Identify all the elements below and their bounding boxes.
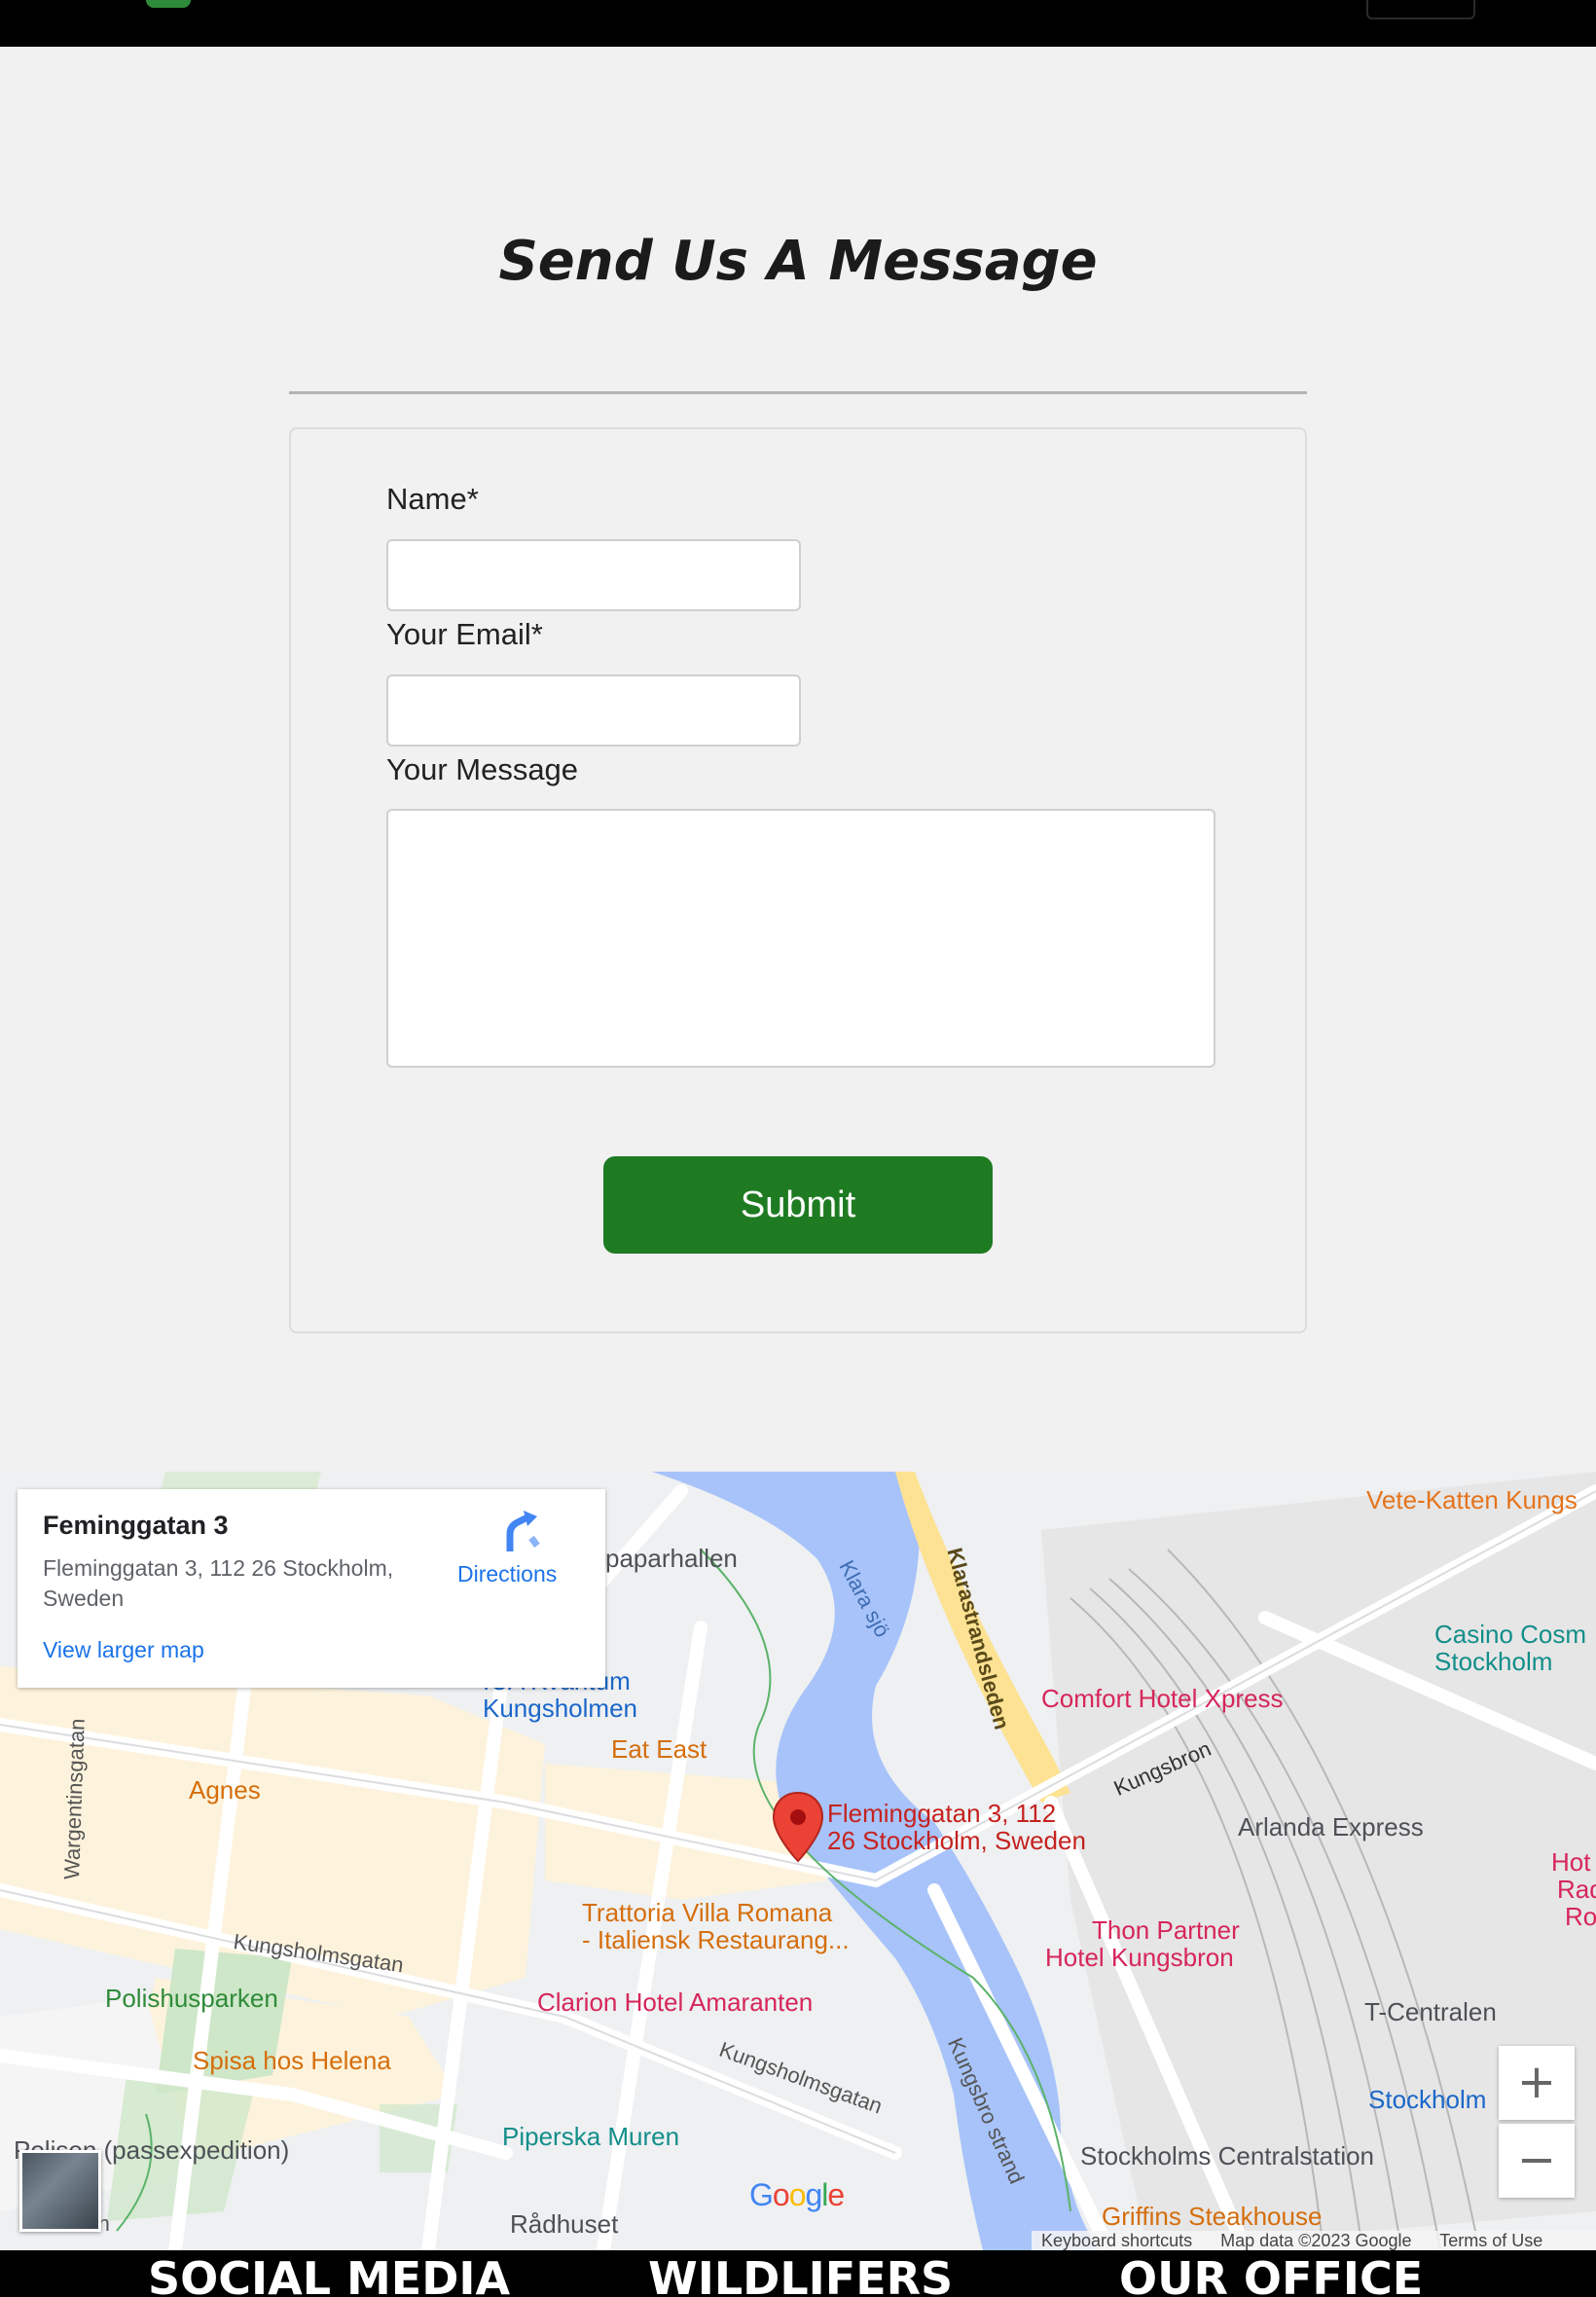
email-input[interactable]	[386, 675, 801, 747]
footer-heading-social: SOCIAL MEDIA	[148, 2252, 511, 2297]
poi-hot-line1[interactable]: Hot	[1551, 1847, 1590, 1878]
zoom-out-button[interactable]: −	[1499, 2124, 1575, 2198]
menu-toggle-button[interactable]	[1366, 0, 1475, 19]
map-type-thumbnail[interactable]	[19, 2150, 101, 2232]
poi-polishusparken[interactable]: Polishusparken	[105, 1984, 278, 2014]
place-address: Fleminggatan 3, 112 26 Stockholm, Sweden	[43, 1555, 394, 1611]
logo[interactable]	[146, 0, 191, 8]
poi-piperska[interactable]: Piperska Muren	[502, 2122, 679, 2152]
message-textarea[interactable]	[386, 809, 1215, 1068]
pin-label-line2: 26 Stockholm, Sweden	[827, 1826, 1086, 1855]
poi-hot-line2[interactable]: Rad	[1557, 1875, 1596, 1905]
map-attribution: Keyboard shortcuts Map data ©2023 Google…	[1032, 2231, 1596, 2250]
poi-spisa[interactable]: Spisa hos Helena	[193, 2046, 391, 2076]
name-input[interactable]	[386, 539, 801, 611]
directions-link[interactable]: Directions	[457, 1561, 557, 1587]
email-label: Your Email*	[386, 617, 543, 651]
keyboard-shortcuts-link[interactable]: Keyboard shortcuts	[1041, 2231, 1192, 2250]
poi-eat-east[interactable]: Eat East	[611, 1734, 707, 1765]
map-embed[interactable]: Vete-Katten Kungs Casino Cosm Stockholm …	[0, 1472, 1596, 2250]
poi-stockholm-c[interactable]: Stockholm	[1368, 2085, 1486, 2115]
poi-paparhallen[interactable]: paparhallen	[605, 1544, 738, 1574]
footer-heading-wildlifers: WILDLIFERS	[648, 2252, 954, 2297]
poi-centralstation[interactable]: Stockholms Centralstation	[1080, 2141, 1374, 2171]
location-pin-icon[interactable]	[771, 1791, 825, 1865]
top-navbar	[0, 0, 1596, 47]
poi-clarion[interactable]: Clarion Hotel Amaranten	[537, 1987, 813, 2018]
name-label: Name*	[386, 482, 479, 516]
poi-comfort-hotel[interactable]: Comfort Hotel Xpress	[1041, 1684, 1284, 1714]
footer-heading-office: OUR OFFICE	[1119, 2252, 1424, 2297]
poi-trattoria-line1[interactable]: Trattoria Villa Romana	[582, 1898, 832, 1928]
poi-ica-line2[interactable]: Kungsholmen	[483, 1694, 637, 1724]
poi-hot-line3[interactable]: Ro	[1565, 1902, 1596, 1932]
pin-label-line1: Fleminggatan 3, 112	[827, 1799, 1057, 1828]
poi-t-centralen[interactable]: T-Centralen	[1364, 1997, 1497, 2027]
place-title: Feminggatan 3	[43, 1511, 229, 1540]
poi-vete-katten[interactable]: Vete-Katten Kungs	[1366, 1485, 1578, 1515]
poi-casino-line1[interactable]: Casino Cosm	[1434, 1620, 1586, 1650]
poi-thon-line1[interactable]: Thon Partner	[1092, 1915, 1240, 1946]
zoom-in-button[interactable]: +	[1499, 2046, 1575, 2120]
footer: SOCIAL MEDIA WILDLIFERS OUR OFFICE	[0, 2250, 1596, 2297]
page-heading: Send Us A Message	[498, 230, 1098, 293]
divider	[289, 391, 1307, 394]
map-data-text: Map data ©2023 Google	[1220, 2231, 1412, 2250]
directions-icon[interactable]	[498, 1509, 543, 1553]
place-info-card: Feminggatan 3 Fleminggatan 3, 112 26 Sto…	[18, 1489, 605, 1688]
contact-form: Name* Your Email* Your Message Submit	[289, 427, 1307, 1333]
poi-thon-line2[interactable]: Hotel Kungsbron	[1045, 1943, 1234, 1973]
poi-arlanda-express[interactable]: Arlanda Express	[1238, 1812, 1424, 1842]
poi-agnes[interactable]: Agnes	[189, 1775, 261, 1805]
poi-radhuset[interactable]: Rådhuset	[510, 2209, 618, 2240]
poi-trattoria-line2[interactable]: - Italiensk Restaurang...	[582, 1925, 850, 1955]
view-larger-map-link[interactable]: View larger map	[43, 1637, 204, 1663]
submit-button[interactable]: Submit	[603, 1156, 993, 1254]
message-label: Your Message	[386, 752, 579, 786]
terms-link[interactable]: Terms of Use	[1439, 2231, 1542, 2250]
poi-casino-line2[interactable]: Stockholm	[1434, 1647, 1552, 1677]
google-logo: Google	[749, 2177, 845, 2212]
poi-griffins[interactable]: Griffins Steakhouse	[1102, 2202, 1322, 2232]
